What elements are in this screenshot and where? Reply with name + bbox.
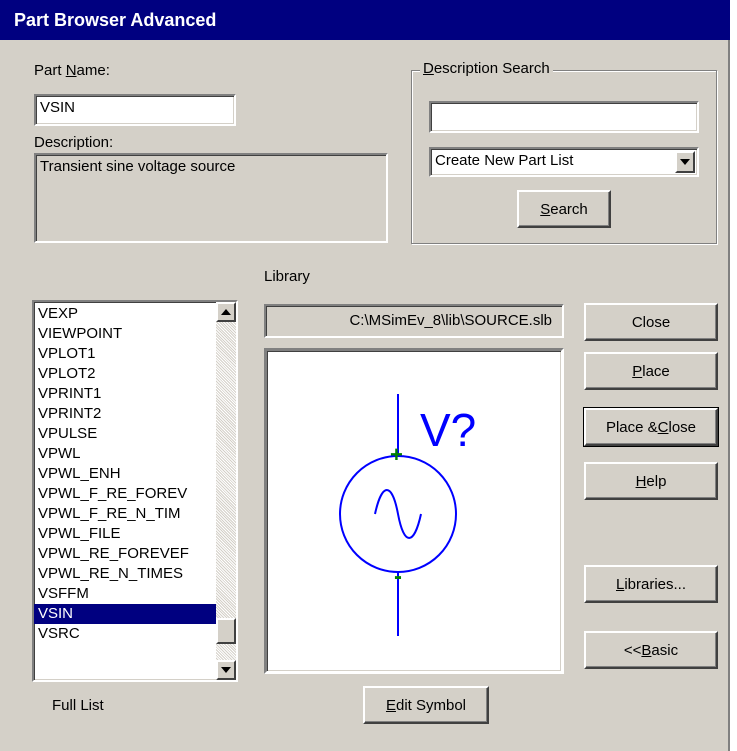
search-button[interactable]: Search bbox=[517, 190, 611, 228]
minus-pin-label: - bbox=[394, 563, 402, 590]
description-search-input[interactable] bbox=[429, 101, 699, 133]
description-search-label: Description Search bbox=[420, 60, 553, 77]
sine-wave-icon bbox=[374, 489, 422, 539]
list-item[interactable]: VPWL_RE_N_TIMES bbox=[34, 564, 216, 584]
close-button[interactable]: Close bbox=[584, 303, 718, 341]
edit-symbol-button[interactable]: Edit Symbol bbox=[363, 686, 489, 724]
list-item[interactable]: VIEWPOINT bbox=[34, 324, 216, 344]
list-item[interactable]: VPRINT2 bbox=[34, 404, 216, 424]
title-bar[interactable]: Part Browser Advanced bbox=[0, 0, 730, 40]
window-title: Part Browser Advanced bbox=[14, 10, 217, 30]
library-path-field: C:\MSimEv_8\lib\SOURCE.slb bbox=[264, 304, 564, 338]
plus-pin-label: + bbox=[390, 442, 403, 467]
description-label: Description: bbox=[34, 134, 114, 151]
scroll-thumb[interactable] bbox=[216, 618, 236, 644]
list-item[interactable]: VSRC bbox=[34, 624, 216, 644]
part-name-value: VSIN bbox=[40, 99, 76, 116]
parts-listbox[interactable]: VEXP VIEWPOINT VPLOT1 VPLOT2 VPRINT1 VPRINT2 V… bbox=[32, 300, 238, 682]
arrow-down-icon bbox=[221, 667, 231, 673]
dropdown-selected-value: Create New Part List bbox=[435, 152, 574, 169]
part-name-input[interactable]: VSIN bbox=[34, 94, 236, 126]
list-item[interactable]: VPWL_RE_FOREVEF bbox=[34, 544, 216, 564]
part-list-dropdown[interactable]: Create New Part List bbox=[429, 147, 699, 177]
symbol-preview-canvas: V? + - bbox=[339, 394, 476, 636]
description-text: Transient sine voltage source bbox=[40, 158, 236, 175]
symbol-preview-panel: V? + - bbox=[264, 348, 564, 674]
full-list-label: Full List bbox=[52, 697, 104, 714]
list-item[interactable]: VPWL bbox=[34, 444, 216, 464]
list-item[interactable]: VPLOT1 bbox=[34, 344, 216, 364]
list-item[interactable]: VSFFM bbox=[34, 584, 216, 604]
part-browser-dialog: Part Browser Advanced Part Name: VSIN De… bbox=[0, 0, 730, 751]
list-item[interactable]: VPULSE bbox=[34, 424, 216, 444]
place-button[interactable]: Place bbox=[584, 352, 718, 390]
help-button[interactable]: Help bbox=[584, 462, 718, 500]
list-item[interactable]: VPLOT2 bbox=[34, 364, 216, 384]
parts-list-scrollbar[interactable] bbox=[216, 302, 236, 680]
dropdown-arrow-button[interactable] bbox=[675, 151, 695, 173]
chevron-down-icon bbox=[680, 159, 690, 165]
parts-list-items: VEXP VIEWPOINT VPLOT1 VPLOT2 VPRINT1 VPRINT2 V… bbox=[34, 304, 216, 644]
list-item[interactable]: VEXP bbox=[34, 304, 216, 324]
list-item[interactable]: VPWL_FILE bbox=[34, 524, 216, 544]
arrow-up-icon bbox=[221, 309, 231, 315]
scroll-down-button[interactable] bbox=[216, 660, 236, 680]
list-item[interactable]: VSIN bbox=[34, 604, 216, 624]
place-and-close-button[interactable]: Place & Close bbox=[583, 407, 719, 447]
library-label: Library bbox=[264, 268, 310, 285]
refdes-label: V? bbox=[420, 404, 476, 456]
list-item[interactable]: VPWL_F_RE_FOREV bbox=[34, 484, 216, 504]
list-item[interactable]: VPWL_ENH bbox=[34, 464, 216, 484]
library-path-text: C:\MSimEv_8\lib\SOURCE.slb bbox=[349, 312, 552, 329]
list-item[interactable]: VPRINT1 bbox=[34, 384, 216, 404]
description-box: Transient sine voltage source bbox=[34, 153, 388, 243]
part-name-label: Part Name: bbox=[34, 62, 110, 79]
libraries-button[interactable]: Libraries... bbox=[584, 565, 718, 603]
scroll-up-button[interactable] bbox=[216, 302, 236, 322]
basic-button[interactable]: << Basic bbox=[584, 631, 718, 669]
list-item[interactable]: VPWL_F_RE_N_TIM bbox=[34, 504, 216, 524]
